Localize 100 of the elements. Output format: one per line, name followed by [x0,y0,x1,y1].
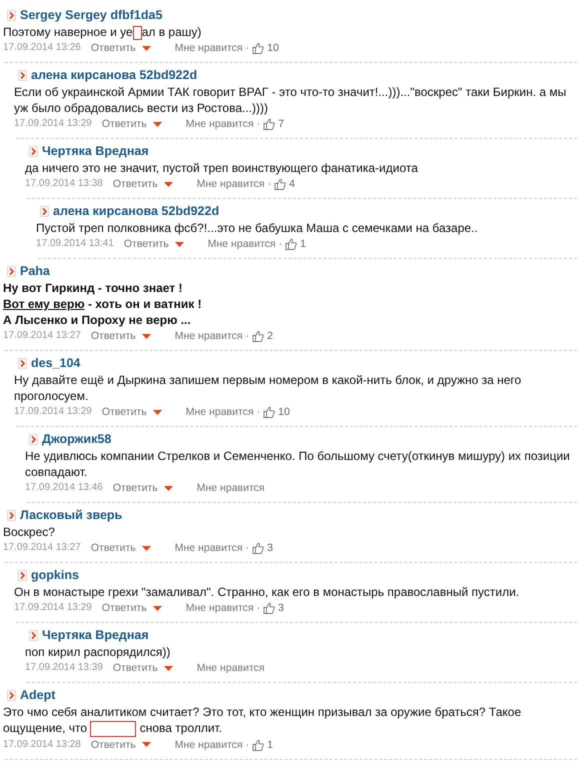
caret-icon [164,486,173,490]
comment-text: Ну давайте ещё и Дыркина запишем первым номером в какой-нить блок, и дружно за него проголосуем. [14,372,522,404]
comment-text: Поэтому наверное и уе ал в рашу) [3,24,202,40]
like-count: 10 [278,405,290,419]
chevron-icon [7,690,16,700]
author-link[interactable]: Чертяка Вредная [42,144,149,158]
chevron-icon [18,70,27,80]
author-link[interactable]: алена кирсанова 52bd922d [53,204,220,218]
like-count: 3 [267,541,273,555]
censored-mark [132,26,142,40]
separator-dot: · [246,738,250,752]
author-link[interactable]: Paha [20,264,50,278]
separator-dot: · [278,237,282,251]
thumb-up-icon [263,406,276,418]
separator-dot: · [246,329,250,343]
author-link[interactable]: gopkins [31,568,79,582]
comment-text: Воскрес? [3,524,56,540]
like-link[interactable]: Мне нравится [186,117,254,131]
comment-text: Не удивлюсь компании Стрелков и Семенченко. По большому счету(откинув мишуру) их позиции совпадают. [25,448,571,480]
comment-text: Пустой треп полковника фсб?!...это не бабушка Маша с семечками на базаре.. [36,220,479,236]
like-link[interactable]: Мне нравится [174,738,243,752]
reply-link[interactable]: Ответить [102,117,147,131]
reply-link[interactable]: Ответить [124,237,169,251]
comment-text: Это чмо себя аналитиком считает? Это тот, кто женщин призывал за оружие браться? Такое ощущение, что снова троллит. [3,704,522,737]
comment-text: Он в монастыре грехи "замаливал". Странно, как его в монастырь православный пустили. [14,584,520,600]
caret-icon [174,242,184,246]
reply-link[interactable]: Ответить [90,541,136,555]
like-link[interactable]: Мне нравится [208,237,276,251]
caret-icon [152,606,162,610]
caret-icon [142,334,151,338]
separator-dot: · [246,541,250,555]
like-link[interactable]: Мне нравится [196,177,265,191]
like-link[interactable]: Мне нравится [196,481,265,495]
caret-icon [152,122,162,126]
separator-dot: · [256,405,260,419]
separator-dot: · [256,601,260,615]
text-link[interactable]: Вот ему верю [3,297,85,311]
reply-link[interactable]: Ответить [102,405,147,419]
comment-date: 17.09.2014 13:29 [14,117,92,131]
chevron-icon [7,510,16,520]
like-count: 2 [267,329,273,343]
author-link[interactable]: Sergey Sergey dfbf1da5 [20,8,162,22]
chevron-icon [29,146,38,156]
like-link[interactable]: Мне нравится [196,661,265,675]
like-count: 4 [289,177,295,191]
caret-icon [142,546,151,550]
comment-text: да ничего это не значит, пустой треп воинствующего фанатика-идиота [25,160,419,176]
author-link[interactable]: Adept [20,688,56,702]
comment-date: 17.09.2014 13:27 [3,541,81,555]
comment-text: Вот ему верю - хоть он и ватник ! [3,296,203,312]
chevron-icon [18,358,27,368]
comment-text: поп кирил распорядился)) [25,644,172,660]
reply-link[interactable]: Ответить [90,738,136,752]
like-count: 3 [278,601,284,615]
thumb-up-icon [252,738,264,751]
reply-link[interactable]: Ответить [112,177,158,191]
reply-link[interactable]: Ответить [90,41,136,55]
caret-icon [142,742,151,748]
caret-icon [152,410,162,414]
thumb-up-icon [263,118,276,130]
author-link[interactable]: Ласковый зверь [20,508,122,522]
chevron-icon [40,206,49,216]
like-link[interactable]: Мне нравится [174,41,243,55]
like-count: 1 [267,738,273,752]
author-link[interactable]: Джоржик58 [42,432,112,446]
comment-date: 17.09.2014 13:41 [36,237,114,251]
author-link[interactable]: алена кирсанова 52bd922d [31,68,198,82]
comment-date: 17.09.2014 13:39 [25,661,103,675]
comment-date: 17.09.2014 13:46 [25,481,103,495]
comment-text: А Лысенко и Пороху не верю ... [3,312,192,328]
censored-mark [90,720,136,737]
caret-icon [142,46,151,50]
chevron-icon [7,266,16,276]
thumb-up-icon [285,238,298,250]
thumb-up-icon [252,330,264,342]
like-link[interactable]: Мне нравится [174,329,243,343]
chevron-icon [7,10,16,20]
author-link[interactable]: Чертяка Вредная [42,628,149,642]
author-link[interactable]: des_104 [31,356,80,370]
reply-link[interactable]: Ответить [112,481,158,495]
like-count: 10 [267,41,279,55]
comment-date: 17.09.2014 13:27 [3,329,81,343]
comment-date: 17.09.2014 13:29 [14,405,92,419]
like-count: 1 [300,237,306,251]
caret-icon [164,666,173,670]
reply-link[interactable]: Ответить [102,601,147,615]
chevron-icon [29,630,38,640]
reply-link[interactable]: Ответить [112,661,158,675]
comment-date: 17.09.2014 13:29 [14,601,92,615]
thumb-up-icon [263,602,276,614]
comment-date: 17.09.2014 13:26 [3,41,81,55]
comment-date: 17.09.2014 13:38 [25,177,103,191]
separator-dot: · [268,177,272,191]
like-link[interactable]: Мне нравится [186,405,254,419]
like-link[interactable]: Мне нравится [186,601,254,615]
like-count: 7 [278,117,284,131]
thumb-up-icon [252,42,264,54]
like-link[interactable]: Мне нравится [174,541,243,555]
reply-link[interactable]: Ответить [90,329,136,343]
chevron-icon [18,570,27,580]
